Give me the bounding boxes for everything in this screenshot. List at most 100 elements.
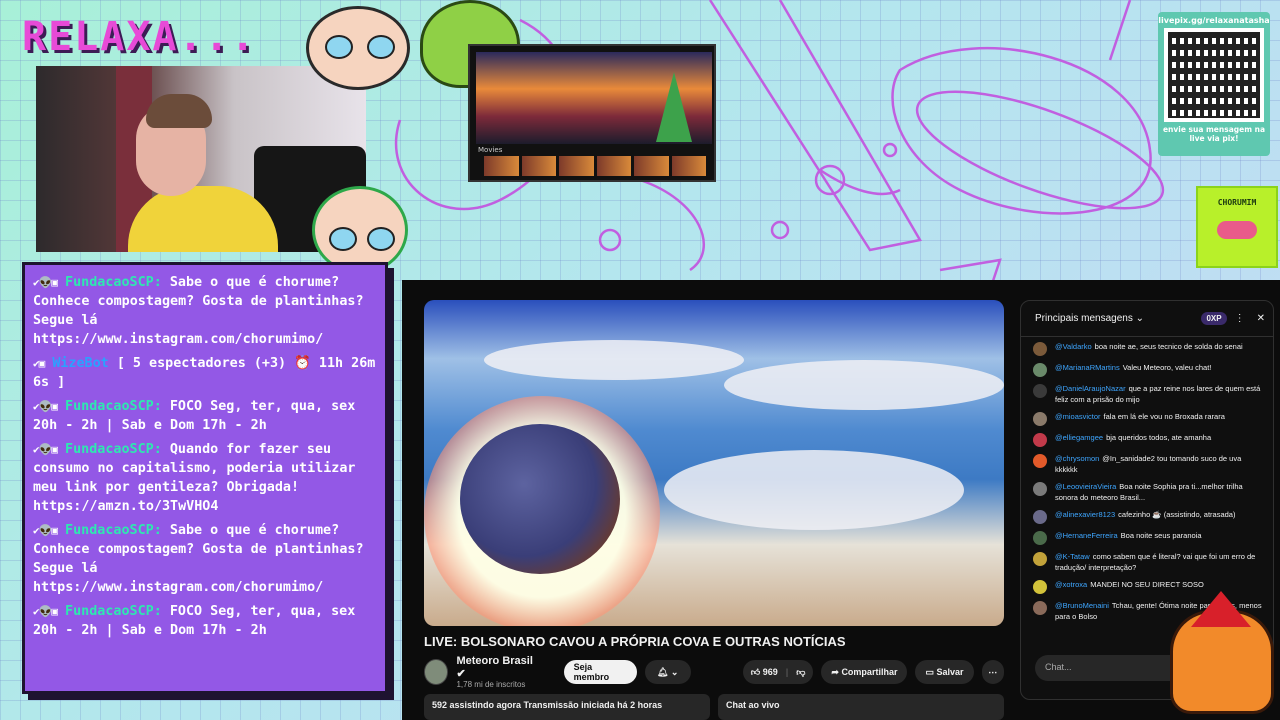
chat-author[interactable]: @LeoovieiraVieira: [1055, 482, 1116, 491]
chat-message: ✔👽▣ FundacaoSCP: Sabe o que é chorume? C…: [33, 521, 377, 597]
live-chat-tab[interactable]: Chat ao vivo: [718, 694, 1004, 720]
bell-icon: 🔔︎ ⌄: [656, 666, 679, 677]
cartoon-face-sticker-christmas: [312, 186, 408, 274]
chat-badges: ✔▣: [33, 357, 45, 370]
share-label: Compartilhar: [841, 667, 898, 677]
chat-message: ✔👽▣ FundacaoSCP: FOCO Seg, ter, qua, sex…: [33, 602, 377, 640]
chat-author[interactable]: @alinexavier8123: [1055, 510, 1115, 519]
xp-badge[interactable]: 0XP: [1201, 312, 1227, 325]
chat-author[interactable]: @Valdarko: [1055, 342, 1092, 351]
chat-username[interactable]: FundacaoSCP:: [65, 275, 162, 290]
like-dislike-group: 👍︎ 969 | 👎︎: [742, 660, 814, 684]
chat-text: Boa noite seus paranoia: [1120, 531, 1202, 540]
more-dots-icon: ⋯: [988, 666, 998, 677]
movie-browser-window[interactable]: Movies: [468, 44, 716, 182]
thumbs-up-icon[interactable]: 👍︎: [751, 667, 763, 678]
chat-message: ✔▣ WizeBot [ 5 espectadores (+3) ⏰ 11h 2…: [33, 354, 377, 392]
notification-bell-button[interactable]: 🔔︎ ⌄: [644, 660, 691, 684]
livepix-qr-panel: livepix.gg/relaxanatasha envie sua mensa…: [1158, 12, 1270, 156]
more-vertical-icon[interactable]: ⋮: [1235, 313, 1245, 324]
chat-author[interactable]: @K-Tataw: [1055, 552, 1090, 561]
twitch-chat-panel: ✔👽▣ FundacaoSCP: Sabe o que é chorume? C…: [22, 262, 388, 694]
channel-info: Meteoro Brasil ✔ 1,78 mi de inscritos: [456, 655, 539, 689]
user-avatar[interactable]: [1033, 601, 1047, 615]
chat-text: cafezinho ☕ (assistindo, atrasada): [1118, 510, 1236, 519]
save-button[interactable]: ▭ Salvar: [915, 660, 974, 684]
streamer-hair: [146, 94, 212, 128]
christmas-cat-sticker: [1170, 591, 1274, 714]
user-avatar[interactable]: [1033, 342, 1047, 356]
chat-username[interactable]: FundacaoSCP:: [65, 442, 162, 457]
user-avatar[interactable]: [1033, 384, 1047, 398]
user-avatar[interactable]: [1033, 510, 1047, 524]
user-avatar[interactable]: [1033, 531, 1047, 545]
chat-message: ✔👽▣ FundacaoSCP: FOCO Seg, ter, qua, sex…: [33, 397, 377, 435]
more-options-button[interactable]: ⋯: [981, 660, 1004, 684]
thumbs-down-icon[interactable]: 👎︎: [796, 667, 805, 678]
save-label: Salvar: [936, 667, 964, 677]
close-icon[interactable]: ✕: [1257, 313, 1265, 324]
live-chat-message: @K-Tataw como sabem que é literal? vai qu…: [1033, 551, 1265, 573]
chat-author[interactable]: @xotroxa: [1055, 580, 1087, 589]
user-avatar[interactable]: [1033, 433, 1047, 447]
video-stats[interactable]: 592 assistindo agora Transmissão iniciad…: [424, 694, 710, 720]
live-chat-message: @mioasvictor fala em lá ele vou no Broxad…: [1033, 411, 1265, 426]
channel-subscribers: 1,78 mi de inscritos: [456, 680, 526, 689]
bookmark-icon: ▭: [925, 666, 937, 677]
meteor-image: [460, 424, 620, 574]
user-avatar[interactable]: [1033, 412, 1047, 426]
chat-author[interactable]: @DanielAraujoNazar: [1055, 384, 1126, 393]
chat-badges: ✔👽▣: [33, 400, 58, 413]
livepix-url: livepix.gg/relaxanatasha: [1158, 16, 1270, 25]
video-title: LIVE: BOLSONARO CAVOU A PRÓPRIA COVA E O…: [424, 634, 846, 649]
live-chat-message: @chrysomon @In_sanidade2 tou tomando suco…: [1033, 453, 1265, 475]
user-avatar[interactable]: [1033, 363, 1047, 377]
live-chat-header: Principais mensagens ⌄ 0XP ⋮ ✕: [1021, 301, 1273, 337]
share-button[interactable]: ➦ Compartilhar: [821, 660, 908, 684]
chorumim-logo-text: CHORUMIM: [1217, 198, 1257, 207]
user-avatar[interactable]: [1033, 482, 1047, 496]
chat-author[interactable]: @elliegamgee: [1055, 433, 1103, 442]
chat-username[interactable]: FundacaoSCP:: [65, 604, 162, 619]
chat-badges: ✔👽▣: [33, 524, 58, 537]
chat-text: bja queridos todos, ate amanha: [1106, 433, 1212, 442]
chat-username[interactable]: FundacaoSCP:: [65, 523, 162, 538]
channel-name[interactable]: Meteoro Brasil ✔: [456, 655, 539, 680]
live-chat-message: @MarianaRMartins Valeu Meteoro, valeu cha…: [1033, 362, 1265, 377]
live-chat-message: @DanielAraujoNazar que a paz reine nos la…: [1033, 383, 1265, 405]
user-avatar[interactable]: [1033, 454, 1047, 468]
chat-message: ✔👽▣ FundacaoSCP: Quando for fazer seu co…: [33, 440, 377, 516]
chat-author[interactable]: @chrysomon: [1055, 454, 1099, 463]
user-avatar[interactable]: [1033, 580, 1047, 594]
channel-avatar[interactable]: [424, 659, 449, 685]
video-player[interactable]: [424, 300, 1004, 626]
livepix-caption: envie sua mensagem na live via pix!: [1162, 125, 1266, 144]
chat-username[interactable]: FundacaoSCP:: [65, 399, 162, 414]
cartoon-face-sticker-top: [306, 6, 410, 90]
chat-badges: ✔👽▣: [33, 276, 58, 289]
chat-author[interactable]: @BrunoMenaini: [1055, 601, 1109, 610]
like-count[interactable]: 969: [763, 667, 778, 677]
worm-icon: [1217, 221, 1257, 239]
live-chat-message: @Valdarko boa noite ae, seus tecnico de s…: [1033, 341, 1265, 356]
movie-row-label: Movies: [478, 146, 503, 154]
chat-message: ✔👽▣ FundacaoSCP: Sabe o que é chorume? C…: [33, 273, 377, 349]
movie-thumbnails[interactable]: [484, 156, 706, 176]
live-chat-message: @alinexavier8123 cafezinho ☕ (assistindo,…: [1033, 509, 1265, 524]
live-chat-message: @LeoovieiraVieira Boa noite Sophia pra ti…: [1033, 481, 1265, 503]
chat-author[interactable]: @HernaneFerreira: [1055, 531, 1118, 540]
channel-row: Meteoro Brasil ✔ 1,78 mi de inscritos Se…: [424, 655, 1004, 689]
chat-author[interactable]: @MarianaRMartins: [1055, 363, 1120, 372]
chat-text: boa noite ae, seus tecnico de solda do s…: [1094, 342, 1243, 351]
user-avatar[interactable]: [1033, 552, 1047, 566]
chorumim-logo: CHORUMIM: [1196, 186, 1278, 268]
chevron-down-icon: ⌄: [1135, 313, 1144, 324]
overlay-brand-title: RELAXA...: [22, 14, 257, 60]
top-messages-dropdown[interactable]: Principais mensagens ⌄: [1035, 313, 1144, 324]
chat-username[interactable]: WizeBot: [52, 356, 108, 371]
santa-hat-icon: [1191, 591, 1251, 627]
qr-code-icon: [1164, 28, 1264, 122]
chat-author[interactable]: @mioasvictor: [1055, 412, 1101, 421]
share-icon: ➦: [831, 666, 842, 677]
join-button[interactable]: Seja membro: [563, 660, 637, 684]
